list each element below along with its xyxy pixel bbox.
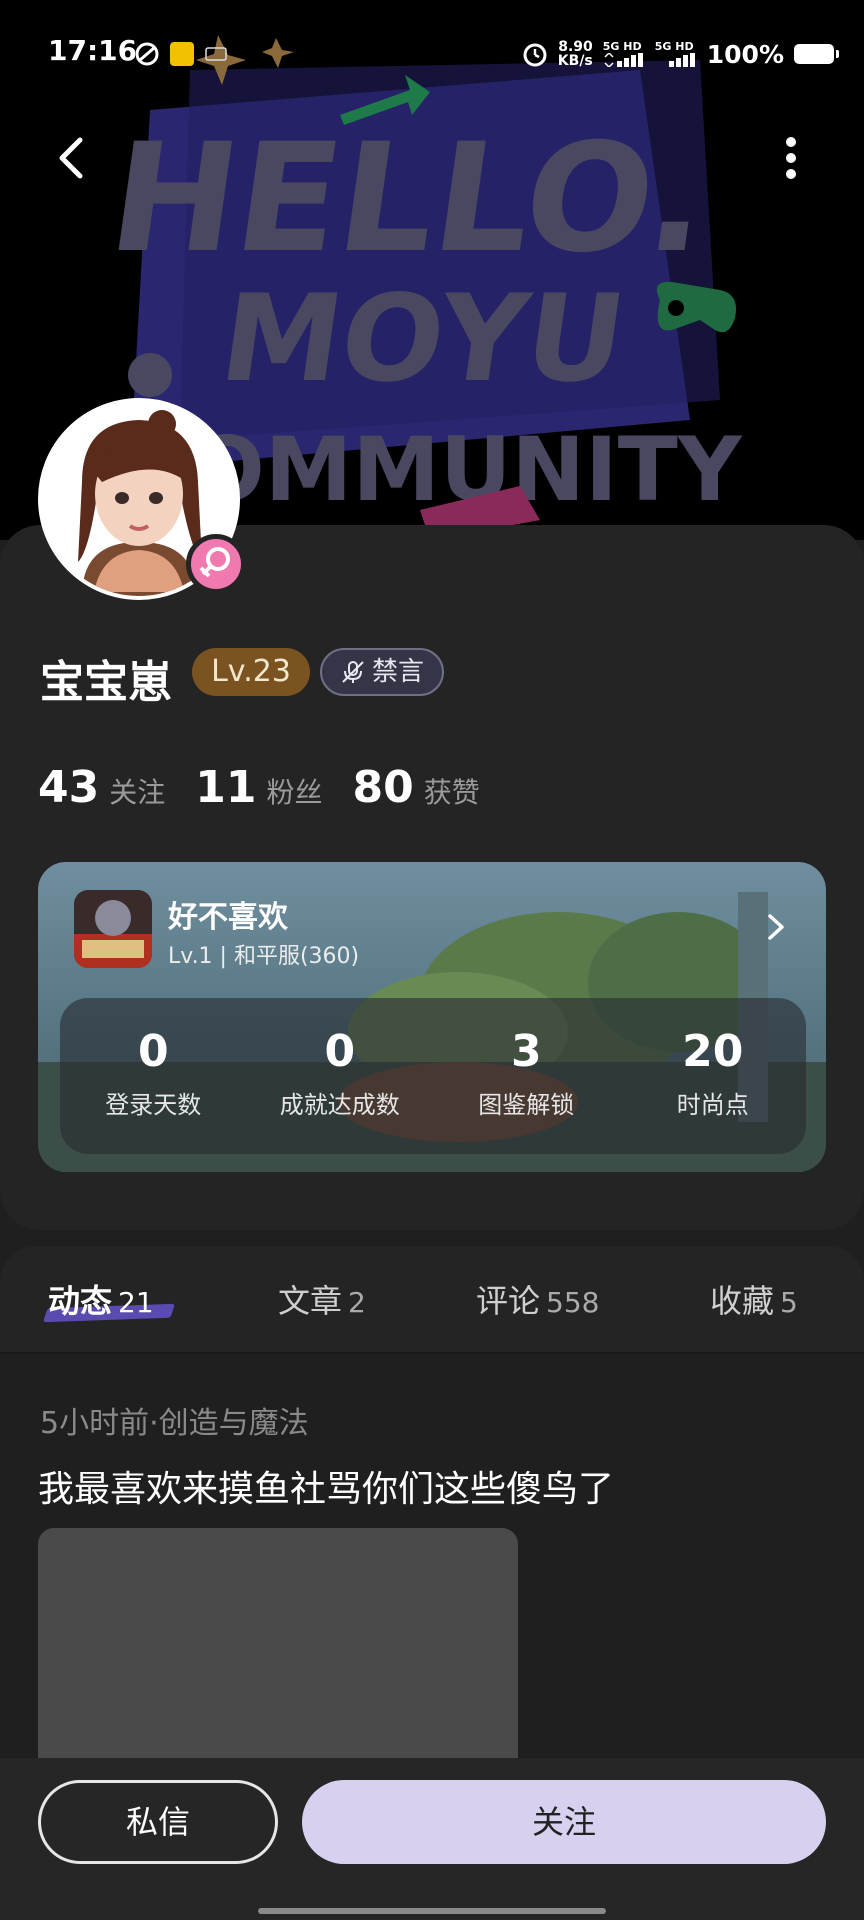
game-title: 好不喜欢 bbox=[168, 900, 288, 935]
follow-button[interactable]: 关注 bbox=[302, 1780, 826, 1864]
chevron-right-icon bbox=[768, 914, 784, 940]
game-stat-achievements: 0 成就达成数 bbox=[279, 1026, 400, 1119]
alarm-icon bbox=[523, 43, 547, 67]
home-indicator[interactable] bbox=[258, 1908, 606, 1914]
username: 宝宝崽 bbox=[40, 657, 172, 708]
mute-microphone-icon bbox=[342, 661, 364, 683]
battery-percent: 100% bbox=[706, 39, 784, 69]
game-stats: 0 登录天数 0 成就达成数 3 图鉴解锁 20 时尚点 bbox=[60, 998, 806, 1154]
game-subtitle: Lv.1 | 和平服(360) bbox=[168, 944, 360, 969]
banner-line1: HELLO. bbox=[100, 111, 720, 286]
more-vertical-icon bbox=[786, 137, 796, 179]
stat-followers[interactable]: 11 粉丝 bbox=[195, 762, 322, 813]
status-bar: 17:16 8.90 KB/s 5G HD 5G HD 100% bbox=[0, 0, 864, 100]
game-stat-login-days: 0 登录天数 bbox=[105, 1026, 202, 1119]
level-badge: Lv.23 bbox=[192, 648, 310, 696]
mute-label: 禁言 bbox=[371, 657, 424, 687]
signal-2: 5G HD bbox=[655, 41, 697, 67]
stat-following[interactable]: 43 关注 bbox=[38, 762, 165, 813]
profile-stats: 43 关注 11 粉丝 80 获赞 bbox=[38, 762, 480, 813]
mute-badge: 禁言 bbox=[320, 648, 444, 696]
signal-bars-icon bbox=[668, 53, 695, 67]
signal-1: 5G HD bbox=[603, 41, 645, 67]
tab-posts[interactable]: 动态 21 bbox=[48, 1276, 154, 1322]
female-icon bbox=[199, 547, 230, 578]
net-speed: 8.90 KB/s bbox=[557, 39, 593, 69]
back-button[interactable] bbox=[52, 136, 92, 180]
stat-likes[interactable]: 80 获赞 bbox=[353, 762, 480, 813]
tab-articles[interactable]: 文章 2 bbox=[278, 1276, 366, 1322]
status-time: 17:16 bbox=[48, 34, 138, 67]
signal-bars-icon bbox=[604, 53, 643, 67]
status-icons-left bbox=[135, 40, 232, 72]
message-button[interactable]: 私信 bbox=[38, 1780, 278, 1864]
banner-line2: MOYU bbox=[213, 270, 634, 409]
status-indicators: 8.90 KB/s 5G HD 5G HD 100% bbox=[522, 36, 839, 72]
chevron-left-icon bbox=[59, 137, 83, 179]
game-card[interactable]: 好不喜欢 Lv.1 | 和平服(360) 0 登录天数 0 成就达成数 3 图鉴… bbox=[38, 862, 826, 1172]
game-stat-fashion: 20 时尚点 bbox=[676, 1026, 749, 1119]
post-meta: 5小时前·创造与魔法 bbox=[40, 1406, 309, 1441]
post-image[interactable] bbox=[38, 1528, 518, 1758]
game-icon bbox=[74, 890, 152, 968]
tab-favorites[interactable]: 收藏 5 bbox=[710, 1276, 798, 1322]
more-button[interactable] bbox=[776, 136, 806, 180]
gender-badge bbox=[186, 534, 246, 594]
game-stat-codex: 3 图鉴解锁 bbox=[478, 1026, 575, 1119]
battery-icon bbox=[794, 44, 839, 64]
tab-comments[interactable]: 评论 558 bbox=[476, 1276, 599, 1322]
post-text[interactable]: 我最喜欢来摸鱼社骂你们这些傻鸟了 bbox=[38, 1460, 614, 1512]
